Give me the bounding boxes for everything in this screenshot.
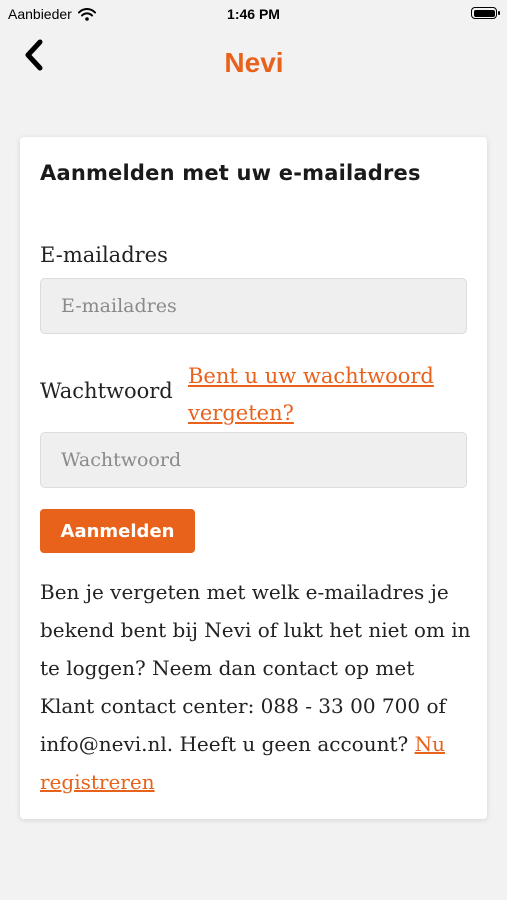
password-field[interactable] <box>40 432 467 488</box>
battery-icon <box>471 7 500 19</box>
status-time: 1:46 PM <box>227 6 280 22</box>
login-card: Aanmelden met uw e-mailadres E-mailadres… <box>20 137 487 819</box>
card-title: Aanmelden met uw e-mailadres <box>40 161 421 185</box>
login-button[interactable]: Aanmelden <box>40 509 195 553</box>
svg-text:Nevi: Nevi <box>224 48 283 78</box>
status-bar: Aanbieder 1:46 PM <box>0 0 507 28</box>
help-text: Ben je vergeten met welk e-mailadres je … <box>40 573 472 801</box>
nav-bar: Nevi <box>0 28 507 88</box>
email-field[interactable] <box>40 278 467 334</box>
email-label: E-mailadres <box>40 243 168 267</box>
password-label: Wachtwoord <box>40 379 173 403</box>
nevi-logo: Nevi <box>0 47 507 82</box>
forgot-password-link[interactable]: Bent u uw wachtwoord vergeten? <box>188 358 458 432</box>
help-text-body: Ben je vergeten met welk e-mailadres je … <box>40 580 471 756</box>
